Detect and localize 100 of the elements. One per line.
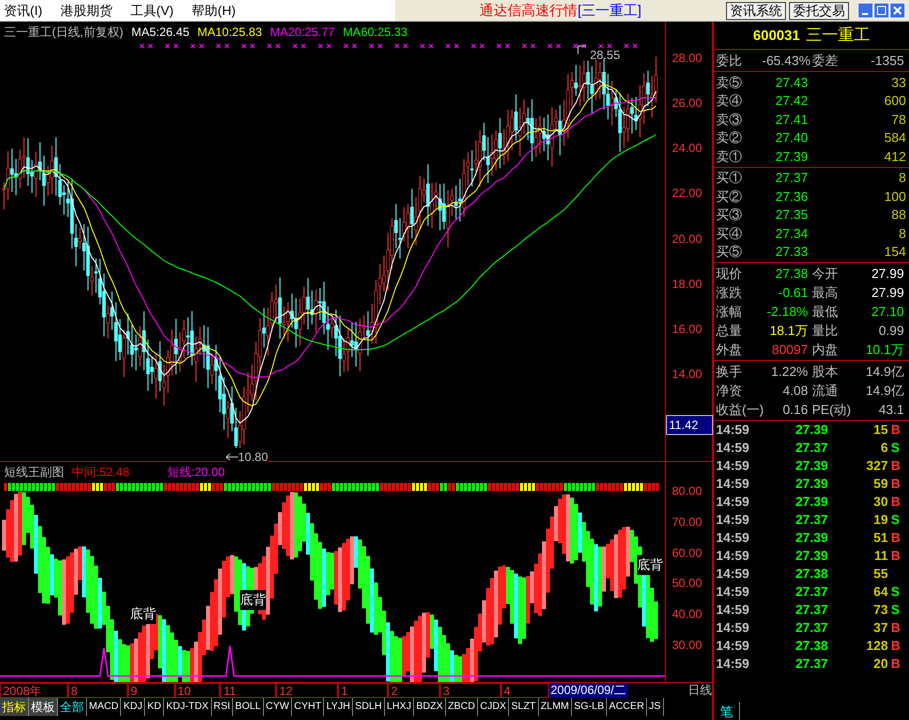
indicator-tab[interactable]: LHXJ <box>384 698 414 716</box>
tick-volume: 11 <box>873 547 888 566</box>
trade-side: B <box>890 547 902 566</box>
chart-annotation: 底背 <box>240 590 266 610</box>
indicator-tab[interactable]: 全部 <box>58 698 87 716</box>
tick-volume: 15 <box>872 421 888 440</box>
menu-item[interactable]: 帮助(H) <box>192 0 236 20</box>
order-price: 27.41 <box>774 110 808 128</box>
period-label: 日线 <box>688 683 712 698</box>
tick-price: 27.37 <box>794 601 828 620</box>
tick-time: 14:59 <box>715 655 750 674</box>
axis-tick-label: 30.00 <box>672 639 702 651</box>
toolbar-button[interactable]: 委托交易 <box>789 2 849 20</box>
indicator-tab[interactable]: CYHT <box>292 698 324 716</box>
toolbar-button[interactable]: 资讯系统 <box>726 2 786 20</box>
stock-name: 三一重工 <box>806 26 870 46</box>
indicator-tab[interactable]: RSI <box>212 698 234 716</box>
minimize-icon[interactable] <box>858 3 873 18</box>
tick-time: 14:59 <box>715 493 750 512</box>
order-volume: 8 <box>898 169 907 187</box>
tick-time: 14:59 <box>715 583 750 602</box>
order-volume: 584 <box>883 129 907 147</box>
axis-tick-label: 20.00 <box>672 232 702 245</box>
tick-volume: 20 <box>872 655 888 674</box>
quote-value: 27.99 <box>870 267 904 280</box>
tick-price: 27.39 <box>794 475 828 494</box>
trade-side: S <box>890 511 901 530</box>
trade-side: B <box>890 619 902 638</box>
menu-item[interactable]: 港股期货 <box>60 0 112 20</box>
order-volume: 88 <box>890 206 907 224</box>
trade-side: B <box>890 529 902 548</box>
quote-label: 外盘 <box>715 343 743 356</box>
indicator-tab[interactable]: ZLMM <box>538 698 572 716</box>
date-axis-label: 1 <box>338 683 388 698</box>
quote-label: 委差 <box>811 54 839 67</box>
indicator-tab[interactable]: 模板 <box>29 698 58 716</box>
order-level-label: 卖⑤ <box>715 74 743 92</box>
indicator-tab[interactable]: KDJ <box>121 698 146 716</box>
tick-time: 14:59 <box>715 421 750 440</box>
indicator-tab[interactable]: LYJH <box>324 698 354 716</box>
trade-side: B <box>890 457 902 476</box>
leader-line <box>578 46 586 54</box>
order-volume: 33 <box>890 74 907 92</box>
tick-volume: 37 <box>872 619 888 638</box>
ma-legend: MA60:25.33 <box>342 23 408 41</box>
quote-label: 最低 <box>811 305 839 318</box>
app-title: 通达信高速行情 <box>480 1 578 20</box>
date-axis-label: 2008年 <box>0 683 68 698</box>
indicator-tab[interactable]: SDLH <box>353 698 385 716</box>
tick-volume: 30 <box>872 493 888 512</box>
order-level-label: 买① <box>715 169 743 187</box>
order-volume: 600 <box>883 92 907 110</box>
tick-time: 14:59 <box>715 475 750 494</box>
indicator-legend: 短线:20.00 <box>167 463 225 481</box>
maximize-icon[interactable] <box>874 3 889 18</box>
indicator-tab[interactable]: ACCER <box>607 698 648 716</box>
menu-item[interactable]: 资讯(I) <box>4 0 42 20</box>
order-level-label: 卖③ <box>715 110 743 128</box>
quote-label: 股本 <box>811 365 839 378</box>
order-price: 27.43 <box>774 74 808 92</box>
tick-volume: 6 <box>880 439 888 458</box>
indicator-tab[interactable]: ZBCD <box>446 698 478 716</box>
order-level-label: 买⑤ <box>715 243 743 261</box>
indicator-tab[interactable]: SG-LB <box>572 698 608 716</box>
quote-label: 现价 <box>715 267 743 280</box>
indicator-tab[interactable]: JS <box>647 698 664 716</box>
tick-price: 27.37 <box>794 511 828 530</box>
indicator-tab[interactable]: 指标 <box>0 698 29 716</box>
quote-value: 27.10 <box>870 305 904 318</box>
order-price: 27.39 <box>774 148 808 166</box>
trade-side: B <box>890 637 902 656</box>
tick-price: 27.39 <box>794 547 828 566</box>
menu-item[interactable]: 工具(V) <box>130 0 174 20</box>
low-price-label: 10.80 <box>238 449 268 466</box>
date-axis-label: 11 <box>220 683 276 698</box>
axis-tick-label: 16.00 <box>672 322 702 335</box>
tick-volume: 51 <box>872 529 888 548</box>
order-price: 27.35 <box>774 206 808 224</box>
tick-price: 27.37 <box>794 655 828 674</box>
arrow-icon <box>226 453 238 461</box>
close-icon[interactable] <box>890 3 905 18</box>
tick-time: 14:59 <box>715 601 750 620</box>
tick-time: 14:59 <box>715 547 750 566</box>
indicator-tab[interactable]: KD <box>145 698 164 716</box>
indicator-tab[interactable]: MACD <box>87 698 122 716</box>
axis-tick-label: 80.00 <box>672 485 702 497</box>
indicator-tab[interactable]: BDZX <box>414 698 446 716</box>
chart-title: 短线王副图 <box>4 464 64 481</box>
quote-label: 今开 <box>811 267 839 280</box>
quote-label: 收益(一) <box>715 403 762 416</box>
indicator-tab[interactable]: CJDX <box>478 698 510 716</box>
indicator-tab[interactable]: BOLL <box>233 698 264 716</box>
trade-side: B <box>890 421 902 440</box>
order-level-label: 卖② <box>715 129 743 147</box>
order-price: 27.33 <box>774 243 808 261</box>
tick-volume: 327 <box>865 457 888 476</box>
indicator-tab[interactable]: CYW <box>264 698 292 716</box>
indicator-tab[interactable]: SLZT <box>509 698 539 716</box>
indicator-legend: 中间:52.48 <box>72 463 130 481</box>
indicator-tab[interactable]: KDJ-TDX <box>164 698 212 716</box>
